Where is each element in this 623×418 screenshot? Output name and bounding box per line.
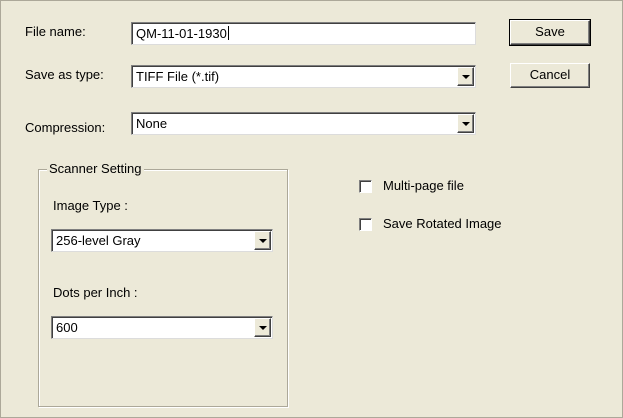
file-name-input[interactable]: QM-11-01-1930 xyxy=(131,22,476,45)
chevron-down-icon xyxy=(259,326,267,330)
save-as-type-value: TIFF File (*.tif) xyxy=(136,69,220,84)
compression-value: None xyxy=(136,116,168,131)
file-name-label: File name: xyxy=(25,24,86,39)
image-type-value: 256-level Gray xyxy=(56,233,141,248)
save-as-type-select[interactable]: TIFF File (*.tif) xyxy=(131,65,476,88)
chevron-down-icon xyxy=(462,75,470,79)
compression-label: Compression: xyxy=(25,120,106,135)
dpi-select[interactable]: 600 xyxy=(51,316,273,339)
compression-select[interactable]: None xyxy=(131,112,476,135)
image-type-label: Image Type : xyxy=(53,198,128,213)
dpi-label: Dots per Inch : xyxy=(53,285,138,300)
save-as-type-label: Save as type: xyxy=(25,67,104,82)
compression-dropdown-button[interactable] xyxy=(457,114,474,133)
chevron-down-icon xyxy=(259,239,267,243)
save-button[interactable]: Save xyxy=(509,19,591,46)
save-dialog: File name: QM-11-01-1930 Save as type: T… xyxy=(0,0,623,418)
dpi-value: 600 xyxy=(56,320,78,335)
image-type-select[interactable]: 256-level Gray xyxy=(51,229,273,252)
chevron-down-icon xyxy=(462,122,470,126)
cancel-button[interactable]: Cancel xyxy=(510,63,590,88)
dpi-dropdown-button[interactable] xyxy=(254,318,271,337)
scanner-setting-group: Scanner Setting Image Type : 256-level G… xyxy=(38,161,288,407)
file-name-value: QM-11-01-1930 xyxy=(136,26,227,41)
text-caret xyxy=(227,26,229,40)
scanner-setting-legend: Scanner Setting xyxy=(47,161,144,177)
multi-page-checkbox[interactable] xyxy=(359,180,372,193)
save-as-type-dropdown-button[interactable] xyxy=(457,67,474,86)
image-type-dropdown-button[interactable] xyxy=(254,231,271,250)
multi-page-label[interactable]: Multi-page file xyxy=(383,178,464,194)
save-rotated-checkbox[interactable] xyxy=(359,218,372,231)
save-rotated-label[interactable]: Save Rotated Image xyxy=(383,216,502,232)
